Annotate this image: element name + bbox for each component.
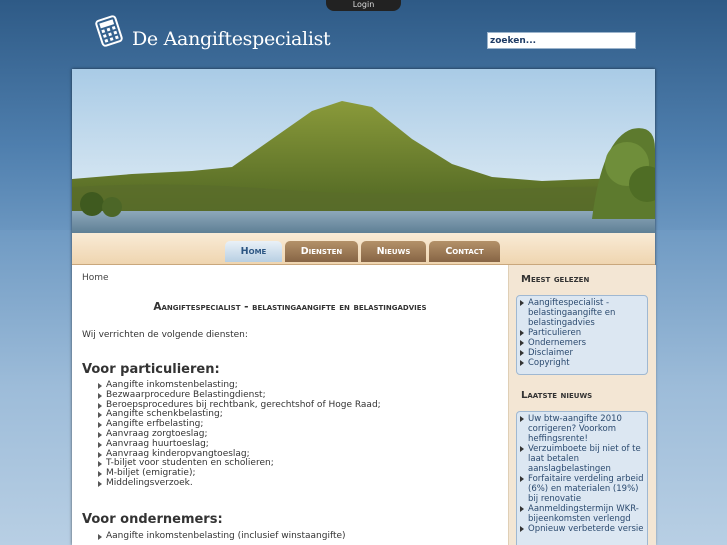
latest-news-heading: Laatste nieuws [521,390,593,401]
triangle-right-icon [98,383,102,389]
sidebar-link[interactable]: Aangiftespecialist - belastingaangifte e… [520,298,644,328]
triangle-right-icon [98,461,102,468]
triangle-right-icon [520,300,524,306]
calculator-icon [95,15,123,47]
intro-text: Wij verrichten de volgende diensten: [82,330,248,340]
triangle-right-icon [520,350,524,356]
sidebar-link[interactable]: Ondernemers [520,338,644,348]
triangle-right-icon [520,506,524,512]
triangle-right-icon [98,431,102,438]
nav-tab-contact[interactable]: Contact [429,241,500,262]
news-link[interactable]: Forfaitaire verdeling arbeid (6%) en mat… [520,474,644,504]
triangle-right-icon [520,330,524,336]
latest-news-box: Uw btw-aangifte 2010 corrigeren? Voorkom… [516,411,648,545]
service-list-particulieren: Aangifte inkomstenbelasting; Bezwaarproc… [98,380,381,489]
triangle-right-icon [520,416,524,422]
section-heading-ondernemers: Voor ondernemers: [82,512,223,527]
sidebar-link[interactable]: Particulieren [520,328,644,338]
banner-landscape-image [72,69,655,233]
sidebar-link[interactable]: Disclaimer [520,348,644,358]
most-read-box: Aangiftespecialist - belastingaangifte e… [516,295,648,375]
triangle-right-icon [520,340,524,346]
triangle-right-icon [520,476,524,482]
triangle-right-icon [98,412,102,419]
main-navigation: Home Diensten Nieuws Contact [72,233,655,265]
triangle-right-icon [98,451,102,458]
news-link[interactable]: Uw btw-aangifte 2010 corrigeren? Voorkom… [520,414,644,444]
triangle-right-icon [98,471,102,478]
page-title: Aangiftespecialist - belastingaangifte e… [153,301,427,313]
section-heading-particulieren: Voor particulieren: [82,362,220,377]
triangle-right-icon [98,402,102,409]
search-input[interactable] [487,32,636,49]
service-list-ondernemers: Aangifte inkomstenbelasting (inclusief w… [98,531,346,542]
breadcrumb[interactable]: Home [82,273,109,283]
most-read-heading: Meest gelezen [521,274,590,285]
triangle-right-icon [98,441,102,448]
list-item: Middelingsverzoek. [98,478,381,489]
login-button[interactable]: Login [326,0,401,11]
nav-tab-diensten[interactable]: Diensten [285,241,358,262]
triangle-right-icon [520,446,524,452]
sidebar-link[interactable]: Copyright [520,358,644,368]
nav-tab-home[interactable]: Home [225,241,282,262]
news-link[interactable]: Opnieuw verbeterde versie [520,524,644,534]
list-item: Aangifte inkomstenbelasting (inclusief w… [98,531,346,542]
sidebar: Meest gelezen Aangiftespecialist - belas… [508,265,656,545]
main-content: Home Aangiftespecialist - belastingaangi… [72,265,508,545]
triangle-right-icon [98,422,102,429]
triangle-right-icon [520,360,524,366]
triangle-right-icon [98,534,102,540]
triangle-right-icon [520,526,524,532]
news-link[interactable]: Aanmeldingstermijn WKR-bijeenkomsten ver… [520,504,644,524]
news-link[interactable]: Verzuimboete bij niet of te laat betalen… [520,444,644,474]
nav-tab-nieuws[interactable]: Nieuws [361,241,426,262]
triangle-right-icon [98,392,102,399]
triangle-right-icon [98,480,102,487]
site-title[interactable]: De Aangiftespecialist [132,28,331,50]
main-container: Home Diensten Nieuws Contact Home Aangif… [72,69,656,545]
